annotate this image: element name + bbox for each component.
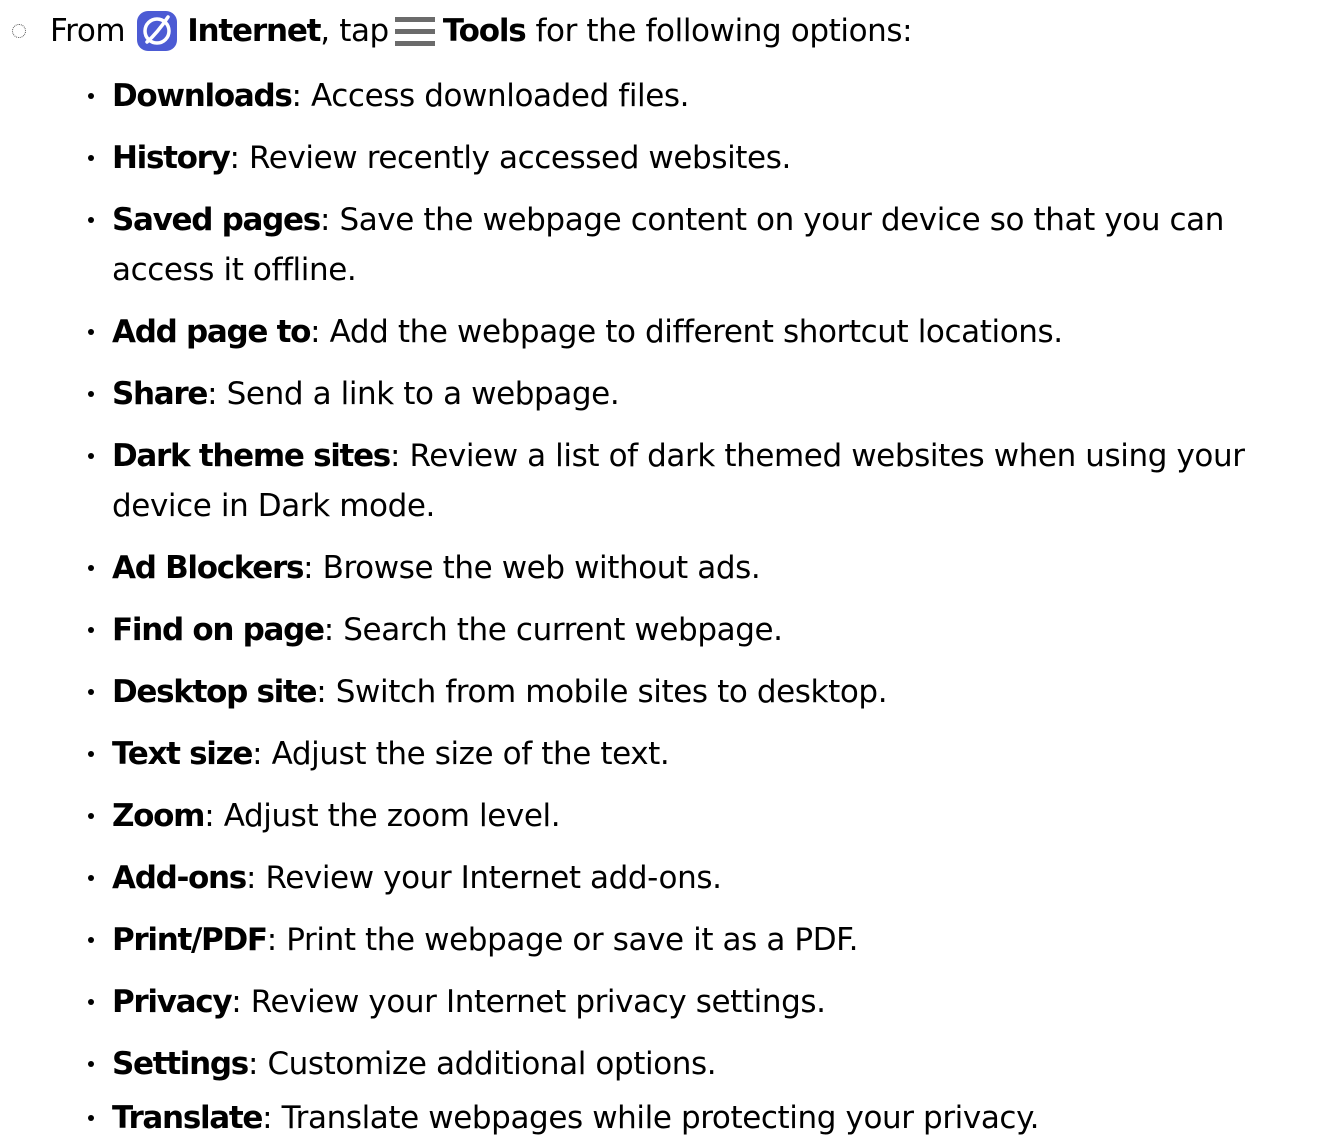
list-item: Zoom: Adjust the zoom level. xyxy=(88,791,1332,841)
option-term: Downloads xyxy=(112,78,293,114)
option-desc: Adjust the size of the text. xyxy=(271,736,670,772)
option-desc: Switch from mobile sites to desktop. xyxy=(335,674,888,710)
option-desc: Review your Internet privacy settings. xyxy=(250,984,826,1020)
option-term: Text size xyxy=(112,736,253,772)
option-term: Saved pages xyxy=(112,202,321,238)
list-item: Print/PDF: Print the webpage or save it … xyxy=(88,915,1332,965)
option-desc-continued: device in Dark mode. xyxy=(112,488,435,524)
option-desc: Access downloaded files. xyxy=(311,78,690,114)
list-item: Translate: Translate webpages while prot… xyxy=(88,1093,1332,1143)
option-term: Desktop site xyxy=(112,674,318,710)
option-term: Print/PDF xyxy=(112,922,268,958)
list-item: Share: Send a link to a webpage. xyxy=(88,369,1332,419)
internet-app-icon xyxy=(135,9,179,53)
list-item: Desktop site: Switch from mobile sites t… xyxy=(88,667,1332,717)
option-term: Dark theme sites xyxy=(112,438,391,474)
option-desc: Review your Internet add-ons. xyxy=(265,860,722,896)
dotted-circle-icon xyxy=(12,24,26,38)
intro-line: From Internet , tap Tools for the follow… xyxy=(0,7,913,55)
option-term: History xyxy=(112,140,231,176)
option-desc: Translate webpages while protecting your… xyxy=(281,1100,1040,1136)
list-item: Add-ons: Review your Internet add-ons. xyxy=(88,853,1332,903)
list-item: Settings: Customize additional options. xyxy=(88,1039,1332,1089)
intro-from: From xyxy=(50,13,126,49)
option-desc: Browse the web without ads. xyxy=(322,550,761,586)
option-desc: Review a list of dark themed websites wh… xyxy=(409,438,1245,474)
option-term: Add page to xyxy=(112,314,311,350)
intro-rest: for the following options: xyxy=(535,13,913,49)
option-desc: Adjust the zoom level. xyxy=(223,798,561,834)
list-item: Add page to: Add the webpage to differen… xyxy=(88,307,1332,357)
intro-comma-tap: , tap xyxy=(320,13,389,49)
option-desc: Save the webpage content on your device … xyxy=(339,202,1225,238)
option-term: Settings xyxy=(112,1046,249,1082)
option-term: Find on page xyxy=(112,612,325,648)
option-desc: Review recently accessed websites. xyxy=(249,140,791,176)
list-item: Downloads: Access downloaded files. xyxy=(88,71,1332,121)
hamburger-menu-icon xyxy=(393,9,437,53)
option-desc-continued: access it offline. xyxy=(112,252,357,288)
list-item: Saved pages: Save the webpage content on… xyxy=(88,195,1332,295)
list-item: Text size: Adjust the size of the text. xyxy=(88,729,1332,779)
option-desc: Add the webpage to different shortcut lo… xyxy=(329,314,1064,350)
option-term: Ad Blockers xyxy=(112,550,304,586)
option-term: Privacy xyxy=(112,984,233,1020)
option-term: Share xyxy=(112,376,208,412)
menu-name-tools: Tools xyxy=(442,13,527,49)
option-desc: Customize additional options. xyxy=(267,1046,717,1082)
option-desc: Search the current webpage. xyxy=(343,612,783,648)
list-item: History: Review recently accessed websit… xyxy=(88,133,1332,183)
list-item: Dark theme sites: Review a list of dark … xyxy=(88,431,1332,531)
list-item: Find on page: Search the current webpage… xyxy=(88,605,1332,655)
option-desc: Send a link to a webpage. xyxy=(226,376,620,412)
option-term: Zoom xyxy=(112,798,205,834)
option-term: Translate xyxy=(112,1100,263,1136)
option-desc: Print the webpage or save it as a PDF. xyxy=(286,922,859,958)
option-term: Add-ons xyxy=(112,860,247,896)
list-item: Privacy: Review your Internet privacy se… xyxy=(88,977,1332,1027)
app-name-internet: Internet xyxy=(187,13,321,49)
list-item: Ad Blockers: Browse the web without ads. xyxy=(88,543,1332,593)
